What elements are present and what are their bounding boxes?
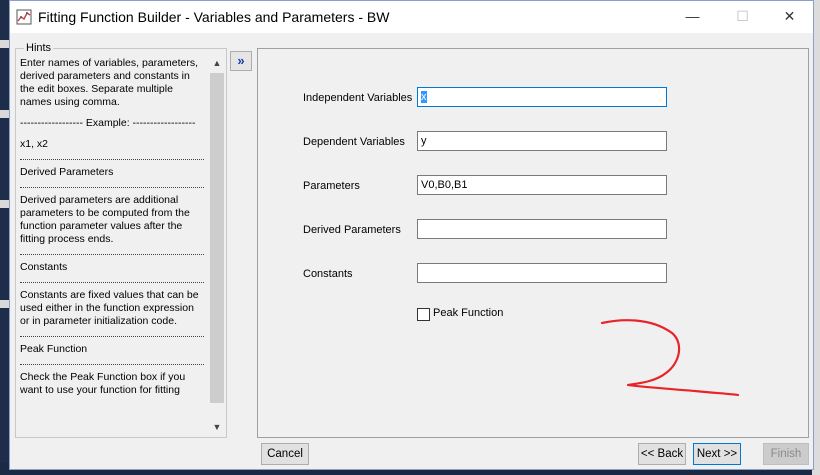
independent-variables-value: x — [421, 91, 427, 103]
peak-function-checkbox[interactable] — [417, 308, 430, 321]
title-bar: Fitting Function Builder - Variables and… — [10, 1, 813, 33]
minimize-button[interactable]: — — [670, 1, 715, 31]
hint-constants-text: Constants are fixed values that can be u… — [20, 289, 199, 327]
hint-derived-title: Derived Parameters — [20, 166, 114, 178]
hints-legend: Hints — [24, 42, 54, 54]
dependent-variables-input[interactable]: y — [417, 131, 667, 151]
fitting-function-builder-dialog: Fitting Function Builder - Variables and… — [9, 0, 814, 470]
parameters-input[interactable]: V0,B0,B1 — [417, 175, 667, 195]
hint-peak-title: Peak Function — [20, 343, 88, 355]
collapse-hints-button[interactable]: » — [230, 51, 252, 71]
hints-scrollbar[interactable]: ▲ ▼ — [209, 55, 225, 435]
hint-example-header: ------------------ Example: ------------… — [20, 117, 196, 129]
hint-divider — [20, 282, 204, 283]
independent-variables-label: Independent Variables — [303, 92, 413, 104]
hint-divider — [20, 254, 204, 255]
hint-divider — [20, 187, 204, 188]
constants-label: Constants — [303, 268, 353, 280]
peak-function-label[interactable]: Peak Function — [433, 307, 503, 319]
maximize-button[interactable]: ☐ — [720, 1, 765, 31]
derived-parameters-label: Derived Parameters — [303, 224, 401, 236]
finish-button[interactable]: Finish — [763, 443, 809, 465]
hint-example-value: x1, x2 — [20, 138, 49, 150]
hints-panel: Hints Enter names of variables, paramete… — [15, 42, 227, 438]
hint-divider — [20, 336, 204, 337]
dependent-variables-label: Dependent Variables — [303, 136, 405, 148]
hint-derived-text: Derived parameters are additional parame… — [20, 194, 190, 245]
close-button[interactable]: ✕ — [767, 1, 812, 31]
derived-parameters-input[interactable] — [417, 219, 667, 239]
scroll-down-icon[interactable]: ▼ — [209, 419, 225, 435]
hint-intro: Enter names of variables, parameters, de… — [20, 57, 198, 108]
hint-divider — [20, 159, 204, 160]
hints-text-area: Enter names of variables, parameters, de… — [18, 55, 206, 433]
red-annotation-scribble — [600, 319, 740, 397]
independent-variables-input[interactable]: x — [417, 87, 667, 107]
hint-constants-title: Constants — [20, 261, 68, 273]
app-icon — [16, 9, 32, 25]
scroll-thumb[interactable] — [210, 73, 224, 403]
scroll-up-icon[interactable]: ▲ — [209, 55, 225, 71]
back-button[interactable]: << Back — [638, 443, 686, 465]
hint-divider — [20, 364, 204, 365]
parameters-label: Parameters — [303, 180, 360, 192]
hint-peak-text: Check the Peak Function box if you want … — [20, 371, 186, 396]
window-title: Fitting Function Builder - Variables and… — [38, 9, 390, 25]
cancel-button[interactable]: Cancel — [261, 443, 309, 465]
constants-input[interactable] — [417, 263, 667, 283]
next-button[interactable]: Next >> — [693, 443, 741, 465]
